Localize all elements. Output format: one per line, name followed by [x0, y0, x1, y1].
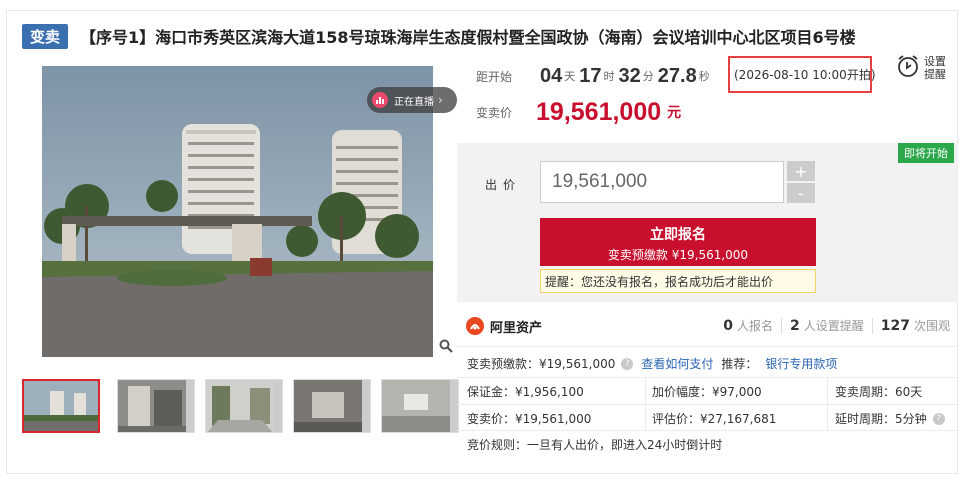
margin-info: 保证金：¥1,956,100: [467, 385, 584, 399]
price-value: 19,561,000: [536, 97, 662, 126]
divider: [780, 317, 782, 334]
chevron-right-icon: ›: [438, 93, 443, 107]
views-count: 127: [880, 317, 910, 334]
views-label: 次围观: [913, 319, 950, 333]
title-row: 变卖 【序号1】海口市秀英区滨海大道158号琼珠海岸生态度假村暨全国政协（海南）…: [22, 23, 856, 49]
countdown-hours: 17: [579, 64, 602, 87]
platform-name: 阿里资产: [490, 320, 543, 336]
registered-count: 0: [723, 317, 733, 334]
price-label: 变卖价: [476, 105, 513, 120]
alarm-clock-icon: [896, 54, 920, 82]
increment-info: 加价幅度：¥97,000: [652, 385, 762, 399]
delay-info: 延时周期：5分钟: [835, 412, 927, 426]
magnifier-icon[interactable]: [436, 334, 456, 358]
recommend-label: 推荐：: [721, 357, 758, 371]
period-info: 变卖周期：60天: [835, 385, 923, 399]
thumbnail-3[interactable]: [205, 379, 283, 433]
bid-label: 出价: [485, 178, 522, 192]
sale-type-tag: 变卖: [22, 23, 69, 49]
register-button[interactable]: 立即报名 变卖预缴款 ¥19,561,000: [540, 218, 816, 266]
live-stream-badge[interactable]: 正在直播 ›: [367, 87, 457, 113]
divider: [871, 317, 873, 334]
platform-row: 阿里资产 0 人报名 2 人设置提醒 127 次围观: [466, 313, 956, 339]
deposit-info: 变卖预缴款：¥19,561,000: [467, 357, 616, 371]
seconds-unit: 秒: [698, 70, 710, 83]
ali-assets-logo: [466, 317, 484, 335]
decrease-bid-button[interactable]: -: [787, 183, 815, 203]
status-badge: 即将开始: [898, 143, 954, 163]
countdown-seconds: 27.8: [657, 64, 697, 87]
divider: [457, 377, 958, 378]
days-unit: 天: [564, 70, 576, 83]
live-label: 正在直播: [394, 96, 434, 108]
divider: [457, 346, 958, 347]
bidding-rule: 竞价规则：一旦有人出价，即进入24小时倒计时: [467, 438, 723, 452]
countdown-row: 距开始 04 天 17 时 32 分 27.8 秒 (2026-08-10 10…: [476, 56, 876, 93]
bid-input[interactable]: 19,561,000: [540, 161, 784, 203]
divider: [457, 404, 958, 405]
register-label: 立即报名: [650, 227, 706, 243]
minutes-unit: 分: [642, 70, 654, 83]
reminder-label-line2: 提醒: [924, 68, 946, 81]
countdown-days: 04: [540, 64, 563, 87]
thumbnail-4[interactable]: [293, 379, 371, 433]
reminders-count: 2: [789, 317, 800, 334]
countdown-label: 距开始: [476, 69, 513, 84]
help-icon[interactable]: ?: [932, 412, 945, 425]
countdown-minutes: 32: [618, 64, 641, 87]
thumbnail-strip: [22, 379, 459, 433]
page-title: 【序号1】海口市秀英区滨海大道158号琼珠海岸生态度假村暨全国政协（海南）会议培…: [80, 28, 856, 47]
thumbnail-5[interactable]: [381, 379, 459, 433]
price-row: 变卖价 19,561,000 元: [476, 96, 681, 128]
help-icon[interactable]: ?: [621, 357, 634, 370]
live-bars-icon: [372, 92, 388, 108]
thumbnail-1[interactable]: [22, 379, 100, 433]
sale-price-info: 变卖价：¥19,561,000: [467, 412, 592, 426]
start-time: (2026-08-10 10:00开拍): [728, 56, 876, 93]
bid-panel: 即将开始 出价 19,561,000 + - 立即报名 变卖预缴款 ¥19,56…: [457, 143, 958, 302]
reminder-label-line1: 设置: [924, 55, 946, 68]
price-unit: 元: [667, 105, 682, 121]
increase-bid-button[interactable]: +: [787, 161, 815, 181]
reminders-label: 人设置提醒: [803, 319, 864, 333]
thumbnail-2[interactable]: [117, 379, 195, 433]
deposit-line: 变卖预缴款：¥19,561,000 ? 查看如何支付 推荐： 银行专用款项: [467, 355, 837, 372]
set-reminder-button[interactable]: 设置 提醒: [896, 54, 946, 82]
divider: [457, 430, 958, 431]
bank-account-link[interactable]: 银行专用款项: [765, 355, 837, 372]
registration-tip: 提醒：您还没有报名，报名成功后才能出价: [540, 269, 816, 293]
appraisal-info: 评估价：¥27,167,681: [652, 412, 777, 426]
how-to-pay-link[interactable]: 查看如何支付: [641, 355, 713, 372]
auction-stats: 0 人报名 2 人设置提醒 127 次围观: [723, 317, 950, 334]
hours-unit: 时: [603, 70, 615, 83]
registered-label: 人报名: [736, 319, 773, 333]
register-deposit: 变卖预缴款 ¥19,561,000: [607, 248, 749, 262]
delay-line: 延时周期：5分钟 ?: [835, 410, 945, 427]
